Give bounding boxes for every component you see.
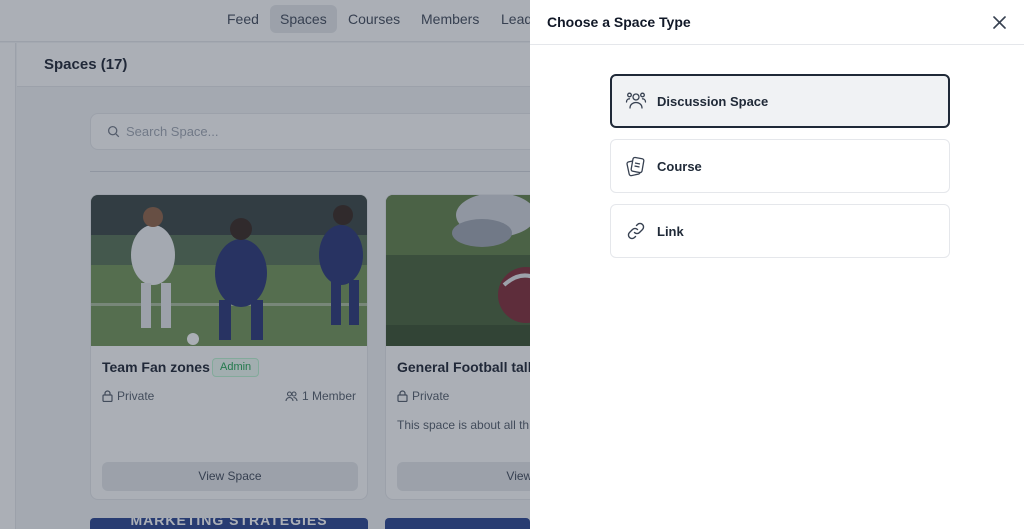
space-type-drawer: Choose a Space Type Discussion Space Cou…: [530, 0, 1024, 529]
close-icon: [992, 15, 1006, 29]
drawer-title: Choose a Space Type: [547, 14, 691, 30]
option-label: Discussion Space: [657, 93, 769, 109]
option-course[interactable]: Course: [610, 139, 950, 193]
option-discussion-space[interactable]: Discussion Space: [610, 74, 950, 128]
option-label: Course: [657, 158, 702, 174]
close-button[interactable]: [988, 11, 1010, 33]
drawer-header: Choose a Space Type: [530, 0, 1024, 45]
option-label: Link: [657, 223, 684, 239]
users-icon: [625, 92, 647, 109]
course-cards-icon: [626, 156, 645, 177]
link-icon: [627, 222, 645, 240]
option-link[interactable]: Link: [610, 204, 950, 258]
